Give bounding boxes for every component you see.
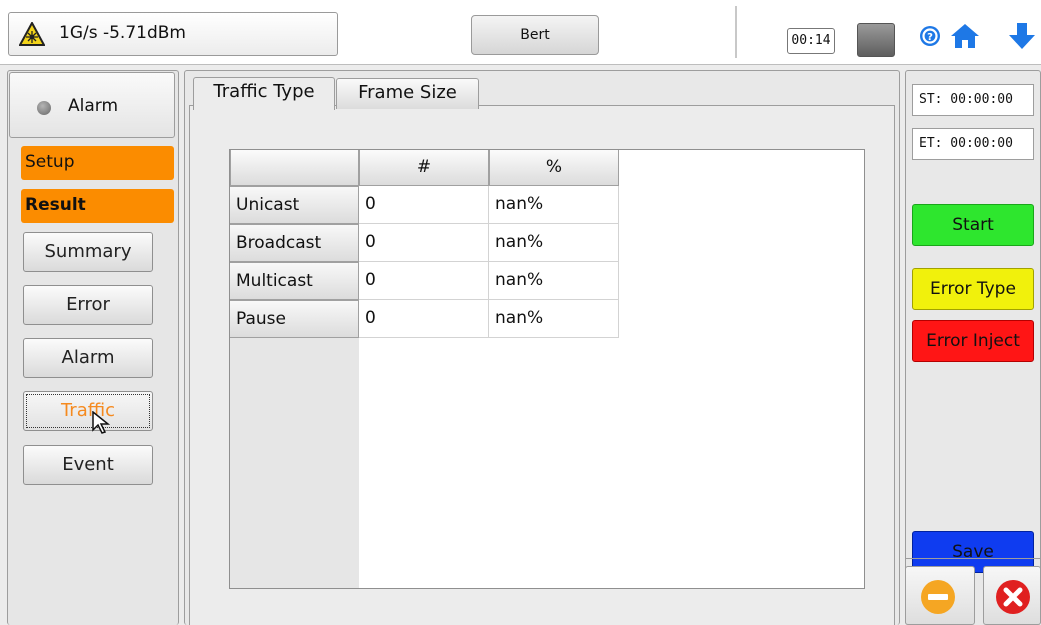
error-type-button[interactable]: Error Type [912,268,1034,310]
home-icon[interactable] [950,23,980,49]
table-cell-percent: nan% [489,224,619,262]
timer-display: 00:14 [787,28,835,54]
table-cell-count: 0 [359,186,489,224]
traffic-table: # % Unicast 0 nan% Broadcast 0 nan% Mult… [229,149,865,589]
alarm-indicator[interactable]: Alarm [9,72,175,138]
tab-frame-size[interactable]: Frame Size [336,78,479,109]
table-cell-count: 0 [359,224,489,262]
column-header-percent: % [489,150,619,186]
divider [905,558,1041,559]
laser-status-text: 1G/s -5.71dBm [59,23,186,43]
mode-button[interactable]: Bert [471,15,599,55]
svg-text:?: ? [927,32,933,43]
corner-header [230,150,359,186]
nav-error-button[interactable]: Error [23,285,153,325]
table-cell-percent: nan% [489,300,619,338]
row-header: Broadcast [230,224,359,262]
minimize-icon [921,580,955,614]
close-button[interactable] [983,566,1041,625]
laser-warning-icon [19,22,45,46]
close-icon [996,580,1030,614]
nav-event-button[interactable]: Event [23,445,153,485]
nav-summary-button[interactable]: Summary [23,232,153,272]
divider [735,6,737,58]
setup-button[interactable]: Setup [21,146,174,180]
row-header: Multicast [230,262,359,300]
start-button[interactable]: Start [912,204,1034,246]
start-time-display: ST: 00:00:00 [912,84,1034,116]
top-bar: 1G/s -5.71dBm Bert 00:14 ? [0,0,1041,64]
help-icon[interactable]: ? [919,25,941,47]
minimize-button[interactable] [905,566,975,625]
laser-status-box[interactable]: 1G/s -5.71dBm [8,12,338,56]
column-header-count: # [359,150,489,186]
tab-traffic-type[interactable]: Traffic Type [193,77,335,110]
table-cell-percent: nan% [489,186,619,224]
result-button[interactable]: Result [21,189,174,223]
nav-traffic-button[interactable]: Traffic [23,391,153,431]
table-cell-percent: nan% [489,262,619,300]
download-arrow-icon[interactable] [1008,22,1036,50]
table-cell-count: 0 [359,262,489,300]
row-header: Pause [230,300,359,338]
error-inject-button[interactable]: Error Inject [912,320,1034,362]
alarm-indicator-label: Alarm [68,96,119,116]
end-time-display: ET: 00:00:00 [912,128,1034,160]
table-cell-count: 0 [359,300,489,338]
row-header: Unicast [230,186,359,224]
nav-alarm-button[interactable]: Alarm [23,338,153,378]
battery-icon [857,23,895,57]
alarm-led-icon [37,101,51,115]
mouse-cursor-icon [92,411,111,434]
